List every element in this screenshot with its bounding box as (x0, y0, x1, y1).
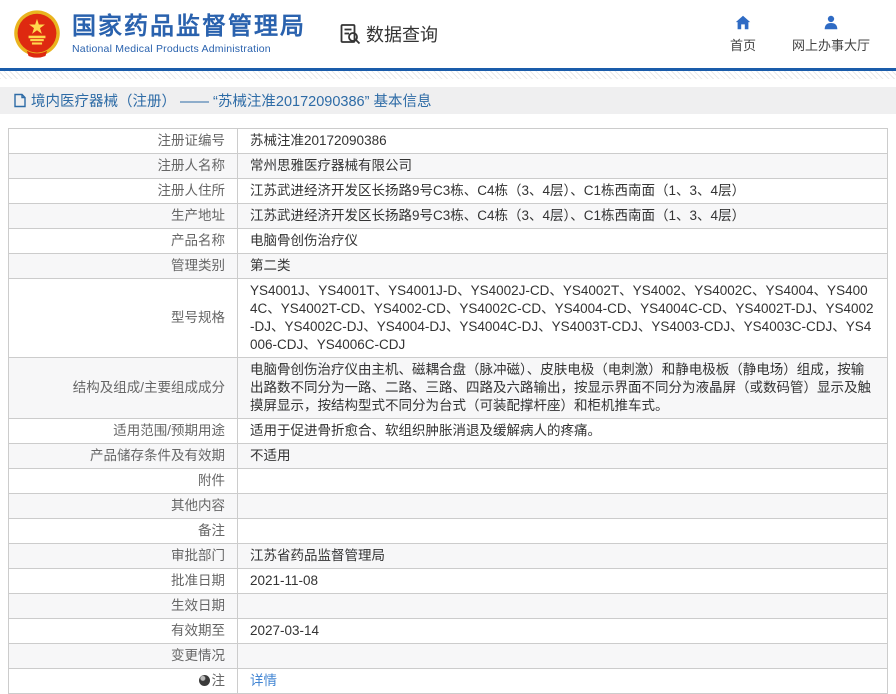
hatched-strip (0, 71, 896, 79)
row-value (238, 469, 888, 494)
row-value: YS4001J、YS4001T、YS4001J-D、YS4002J-CD、YS4… (238, 279, 888, 358)
row-value: 江苏武进经济开发区长扬路9号C3栋、C4栋（3、4层）、C1栋西南面（1、3、4… (238, 204, 888, 229)
row-value: 江苏省药品监督管理局 (238, 544, 888, 569)
breadcrumb-text: 境内医疗器械（注册） —— “苏械注准20172090386” 基本信息 (31, 90, 431, 111)
document-icon (13, 93, 27, 108)
table-row: 型号规格YS4001J、YS4001T、YS4001J-D、YS4002J-CD… (9, 279, 888, 358)
table-row: 结构及组成/主要组成成分电脑骨创伤治疗仪由主机、磁耦合盘（脉冲磁）、皮肤电极（电… (9, 358, 888, 419)
table-row: 注册人名称常州思雅医疗器械有限公司 (9, 154, 888, 179)
detail-link[interactable]: 详情 (250, 673, 277, 688)
home-icon (734, 14, 752, 32)
row-value: 适用于促进骨折愈合、软组织肿胀消退及缓解病人的疼痛。 (238, 419, 888, 444)
row-value: 电脑骨创伤治疗仪由主机、磁耦合盘（脉冲磁）、皮肤电极（电刺激）和静电极板（静电场… (238, 358, 888, 419)
row-label: 备注 (9, 519, 238, 544)
document-search-icon (338, 22, 362, 46)
row-value (238, 594, 888, 619)
table-row: 注册人住所江苏武进经济开发区长扬路9号C3栋、C4栋（3、4层）、C1栋西南面（… (9, 179, 888, 204)
data-query-text: 数据查询 (366, 21, 438, 47)
row-label: 注册人名称 (9, 154, 238, 179)
row-value: 苏械注准20172090386 (238, 129, 888, 154)
nav-item-label: 首页 (730, 35, 756, 54)
table-row: 生产地址江苏武进经济开发区长扬路9号C3栋、C4栋（3、4层）、C1栋西南面（1… (9, 204, 888, 229)
row-label: 有效期至 (9, 619, 238, 644)
row-label: 产品名称 (9, 229, 238, 254)
table-row: 附件 (9, 469, 888, 494)
row-value: 2021-11-08 (238, 569, 888, 594)
row-value (238, 519, 888, 544)
registration-info-section: 注册证编号苏械注准20172090386注册人名称常州思雅医疗器械有限公司注册人… (8, 128, 888, 694)
table-row: 管理类别第二类 (9, 254, 888, 279)
header-nav: 首页 网上办事大厅 (730, 14, 870, 54)
row-label: 注 (9, 669, 238, 694)
row-label: 产品储存条件及有效期 (9, 444, 238, 469)
row-value: 详情 (238, 669, 888, 694)
row-value (238, 494, 888, 519)
row-value (238, 644, 888, 669)
row-label: 结构及组成/主要组成成分 (9, 358, 238, 419)
table-row: 适用范围/预期用途适用于促进骨折愈合、软组织肿胀消退及缓解病人的疼痛。 (9, 419, 888, 444)
table-row: 注详情 (9, 669, 888, 694)
table-row: 备注 (9, 519, 888, 544)
row-value: 常州思雅医疗器械有限公司 (238, 154, 888, 179)
info-table-body: 注册证编号苏械注准20172090386注册人名称常州思雅医疗器械有限公司注册人… (9, 129, 888, 694)
row-label: 型号规格 (9, 279, 238, 358)
org-title-cn: 国家药品监督管理局 (72, 13, 306, 41)
table-row: 批准日期2021-11-08 (9, 569, 888, 594)
row-label: 其他内容 (9, 494, 238, 519)
row-label: 变更情况 (9, 644, 238, 669)
nmpa-emblem-logo (10, 7, 64, 61)
row-label: 审批部门 (9, 544, 238, 569)
row-label: 注册人住所 (9, 179, 238, 204)
row-label: 管理类别 (9, 254, 238, 279)
nav-item-service-hall[interactable]: 网上办事大厅 (792, 14, 870, 54)
row-value: 不适用 (238, 444, 888, 469)
nav-item-label: 网上办事大厅 (792, 35, 870, 54)
row-value: 第二类 (238, 254, 888, 279)
spacer (0, 79, 896, 87)
table-row: 注册证编号苏械注准20172090386 (9, 129, 888, 154)
page-header: 国家药品监督管理局 National Medical Products Admi… (0, 0, 896, 68)
row-value: 2027-03-14 (238, 619, 888, 644)
row-label: 批准日期 (9, 569, 238, 594)
table-row: 审批部门江苏省药品监督管理局 (9, 544, 888, 569)
row-label: 注册证编号 (9, 129, 238, 154)
table-row: 其他内容 (9, 494, 888, 519)
org-title-en: National Medical Products Administration (72, 43, 306, 55)
row-value: 江苏武进经济开发区长扬路9号C3栋、C4栋（3、4层）、C1栋西南面（1、3、4… (238, 179, 888, 204)
table-row: 生效日期 (9, 594, 888, 619)
org-title-block: 国家药品监督管理局 National Medical Products Admi… (72, 13, 306, 55)
breadcrumb: 境内医疗器械（注册） —— “苏械注准20172090386” 基本信息 (0, 87, 896, 114)
nav-item-home[interactable]: 首页 (730, 14, 756, 54)
table-row: 变更情况 (9, 644, 888, 669)
row-label: 生效日期 (9, 594, 238, 619)
note-icon (199, 675, 210, 686)
registration-info-table: 注册证编号苏械注准20172090386注册人名称常州思雅医疗器械有限公司注册人… (8, 128, 888, 694)
table-row: 产品储存条件及有效期不适用 (9, 444, 888, 469)
data-query-label: 数据查询 (338, 21, 438, 47)
row-label: 附件 (9, 469, 238, 494)
row-label: 适用范围/预期用途 (9, 419, 238, 444)
row-label: 生产地址 (9, 204, 238, 229)
table-row: 有效期至2027-03-14 (9, 619, 888, 644)
row-value: 电脑骨创伤治疗仪 (238, 229, 888, 254)
table-row: 产品名称电脑骨创伤治疗仪 (9, 229, 888, 254)
user-icon (822, 14, 840, 32)
